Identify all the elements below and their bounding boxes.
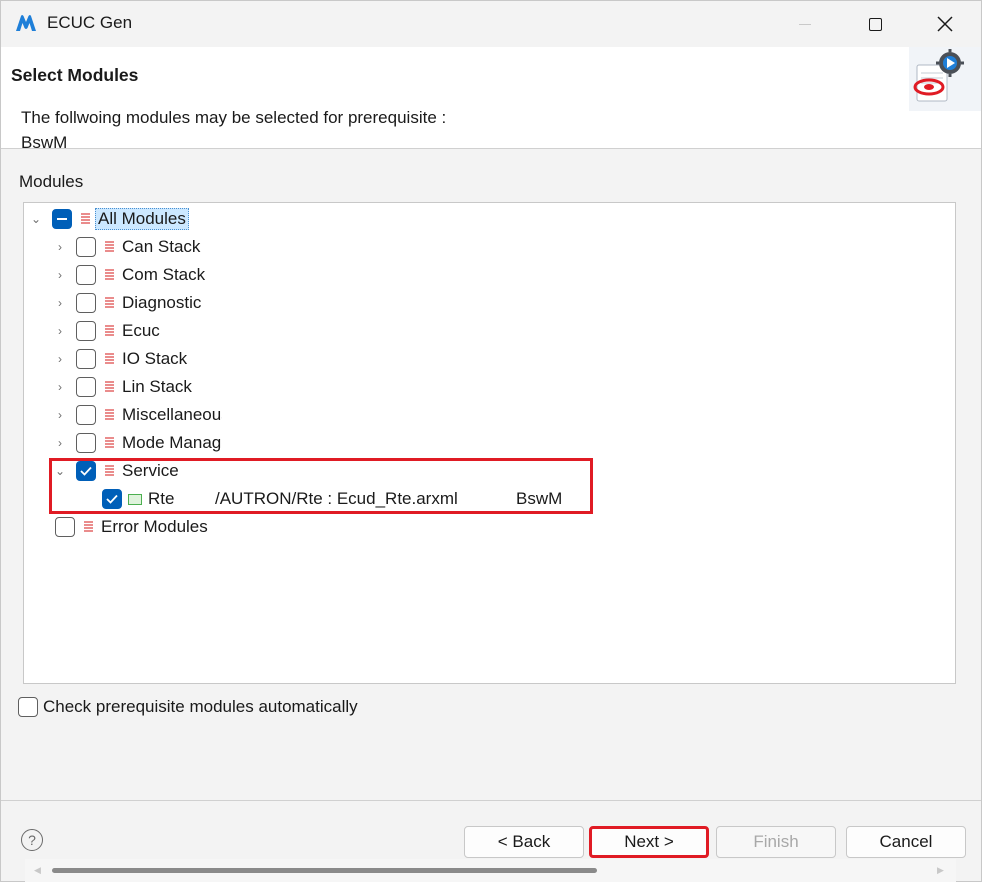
group-checkbox[interactable] [76, 433, 96, 453]
chevron-right-icon[interactable]: › [53, 380, 67, 394]
tree-root-row[interactable]: ⌄ All Modules [29, 205, 189, 233]
group-checkbox[interactable] [76, 377, 96, 397]
tree-group-row[interactable]: › Can Stack [53, 233, 200, 261]
chevron-right-icon[interactable]: › [53, 268, 67, 282]
group-label: Miscellaneous [122, 405, 222, 424]
module-group-icon [84, 521, 93, 532]
page-title: Select Modules [11, 65, 139, 85]
finish-button[interactable]: Finish [716, 826, 836, 858]
group-checkbox[interactable] [76, 321, 96, 341]
chevron-right-icon[interactable]: › [53, 240, 67, 254]
group-label: Diagnostic [122, 293, 202, 312]
ecuc-gen-dialog: ECUC Gen Select Modules The follwoing mo… [0, 0, 982, 882]
chevron-right-icon[interactable]: › [53, 408, 67, 422]
modules-tree[interactable]: ⌄ All Modules › Can Stack › Com Stack › … [23, 202, 956, 882]
wizard-banner-icon [909, 47, 981, 111]
description-line-1: The follwoing modules may be selected fo… [21, 108, 447, 127]
group-checkbox[interactable] [76, 237, 96, 257]
tree-group-row[interactable]: › Lin Stack [53, 373, 192, 401]
module-group-icon [105, 241, 114, 252]
scroll-left-icon[interactable]: ◀ [34, 865, 41, 876]
chevron-right-icon[interactable]: › [53, 296, 67, 310]
tree-group-row[interactable]: › Mode Management [53, 429, 222, 457]
maximize-icon [868, 17, 882, 31]
module-group-icon [81, 213, 90, 224]
group-label: Com Stack [122, 265, 206, 284]
back-button[interactable]: < Back [464, 826, 584, 858]
highlight-annotation [49, 458, 593, 514]
modules-label: Modules [19, 172, 84, 191]
close-button[interactable] [910, 1, 980, 47]
error-modules-label: Error Modules [101, 517, 208, 536]
group-label: Ecuc [122, 321, 160, 340]
chevron-right-icon[interactable]: › [53, 436, 67, 450]
group-label: Mode Management [122, 433, 222, 452]
module-group-icon [105, 269, 114, 280]
chevron-right-icon[interactable]: › [53, 352, 67, 366]
tree-error-modules-row[interactable]: Error Modules [55, 513, 208, 541]
tree-group-row[interactable]: › Diagnostic [53, 289, 201, 317]
title-bar: ECUC Gen [1, 1, 981, 47]
auto-check-label: Check prerequisite modules automatically [43, 697, 358, 716]
page-description: The follwoing modules may be selected fo… [21, 105, 446, 155]
description-line-2: BswM [21, 133, 68, 152]
scroll-right-icon[interactable]: ▶ [937, 865, 944, 876]
minimize-icon [799, 23, 811, 25]
footer-divider [1, 800, 981, 801]
wizard-header: Select Modules The follwoing modules may… [1, 47, 981, 152]
scrollbar-thumb[interactable] [52, 868, 597, 873]
help-icon[interactable]: ? [21, 829, 43, 851]
minimize-button[interactable] [770, 1, 840, 47]
module-group-icon [105, 353, 114, 364]
group-label: IO Stack [122, 349, 188, 368]
error-modules-checkbox[interactable] [55, 517, 75, 537]
all-modules-label: All Modules [95, 208, 189, 230]
group-label: Can Stack [122, 237, 201, 256]
tree-group-row[interactable]: › IO Stack [53, 345, 187, 373]
auto-check-option[interactable]: Check prerequisite modules automatically [18, 697, 379, 717]
module-group-icon [105, 297, 114, 308]
chevron-right-icon[interactable]: › [53, 324, 67, 338]
tree-group-row[interactable]: › Ecuc [53, 317, 160, 345]
maximize-button[interactable] [840, 1, 910, 47]
tree-group-row[interactable]: › Com Stack [53, 261, 205, 289]
tree-group-row[interactable]: › Miscellaneous [53, 401, 222, 429]
cancel-button[interactable]: Cancel [846, 826, 966, 858]
module-group-icon [105, 437, 114, 448]
window-title: ECUC Gen [47, 13, 133, 32]
chevron-down-icon[interactable]: ⌄ [29, 212, 43, 226]
module-group-icon [105, 325, 114, 336]
group-checkbox[interactable] [76, 265, 96, 285]
next-button[interactable]: Next > [589, 826, 709, 858]
all-modules-checkbox[interactable] [52, 209, 72, 229]
close-icon [937, 16, 953, 32]
module-group-icon [105, 409, 114, 420]
app-logo-icon [16, 15, 36, 31]
module-group-icon [105, 381, 114, 392]
group-checkbox[interactable] [76, 405, 96, 425]
group-checkbox[interactable] [76, 349, 96, 369]
group-label: Lin Stack [122, 377, 192, 396]
horizontal-scrollbar[interactable]: ◀ ▶ [25, 859, 956, 882]
auto-check-checkbox[interactable] [18, 697, 38, 717]
group-checkbox[interactable] [76, 293, 96, 313]
